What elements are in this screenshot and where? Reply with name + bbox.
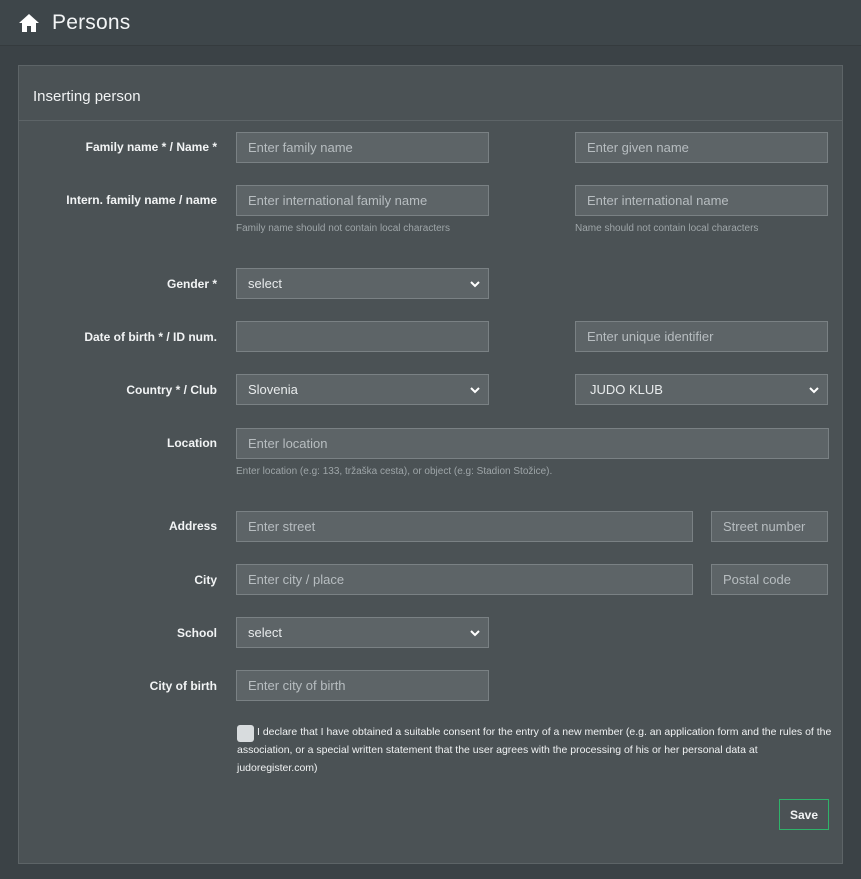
panel-header: Inserting person	[19, 66, 842, 121]
label-city: City	[194, 573, 217, 587]
top-bar: Persons	[0, 0, 861, 46]
label-dob: Date of birth * / ID num.	[84, 330, 217, 344]
label-intern-name: Intern. family name / name	[66, 193, 217, 207]
family-name-input[interactable]: Enter family name	[236, 132, 489, 163]
label-country: Country * / Club	[126, 383, 217, 397]
help-family-name: Family name should not contain local cha…	[236, 223, 450, 234]
label-address: Address	[168, 519, 217, 533]
label-location: Location	[167, 436, 217, 450]
given-name-input[interactable]: Enter given name	[575, 132, 828, 163]
country-select[interactable]: Slovenia	[236, 374, 489, 405]
intl-name-input[interactable]: Enter international name	[575, 185, 828, 216]
school-select[interactable]: select	[236, 617, 489, 648]
label-gender: Gender *	[166, 277, 217, 291]
help-name: Name should not contain local characters	[575, 223, 759, 234]
location-input[interactable]: Enter location	[236, 428, 829, 459]
label-family-name: Family name * / Name *	[85, 140, 217, 154]
country-select-value: Slovenia	[248, 382, 298, 397]
club-select[interactable]: JUDO KLUB	[575, 374, 828, 405]
city-of-birth-input[interactable]: Enter city of birth	[236, 670, 489, 701]
save-button[interactable]: Save	[779, 799, 829, 830]
postal-code-input[interactable]: Postal code	[711, 564, 828, 595]
consent-text: I declare that I have obtained a suitabl…	[237, 726, 832, 774]
chevron-down-icon	[470, 387, 480, 394]
street-input[interactable]: Enter street	[236, 511, 693, 542]
street-number-input[interactable]: Street number	[711, 511, 828, 542]
school-select-value: select	[248, 625, 282, 640]
city-input[interactable]: Enter city / place	[236, 564, 693, 595]
gender-select[interactable]: select	[236, 268, 489, 299]
chevron-down-icon	[809, 387, 819, 394]
gender-select-value: select	[248, 276, 282, 291]
date-of-birth-input[interactable]	[236, 321, 489, 352]
chevron-down-icon	[470, 630, 480, 637]
chevron-down-icon	[470, 281, 480, 288]
label-school: School	[176, 626, 217, 640]
club-select-value: JUDO KLUB	[590, 382, 663, 397]
intl-family-name-input[interactable]: Enter international family name	[236, 185, 489, 216]
unique-id-input[interactable]: Enter unique identifier	[575, 321, 828, 352]
page-title: Persons	[52, 11, 131, 34]
label-city-of-birth: City of birth	[149, 679, 217, 693]
help-location: Enter location (e.g: 133, tržaška cesta)…	[236, 466, 553, 477]
home-icon[interactable]	[19, 14, 39, 32]
panel-title: Inserting person	[33, 88, 141, 105]
inserting-person-panel: Inserting person Family name * / Name * …	[18, 65, 843, 864]
